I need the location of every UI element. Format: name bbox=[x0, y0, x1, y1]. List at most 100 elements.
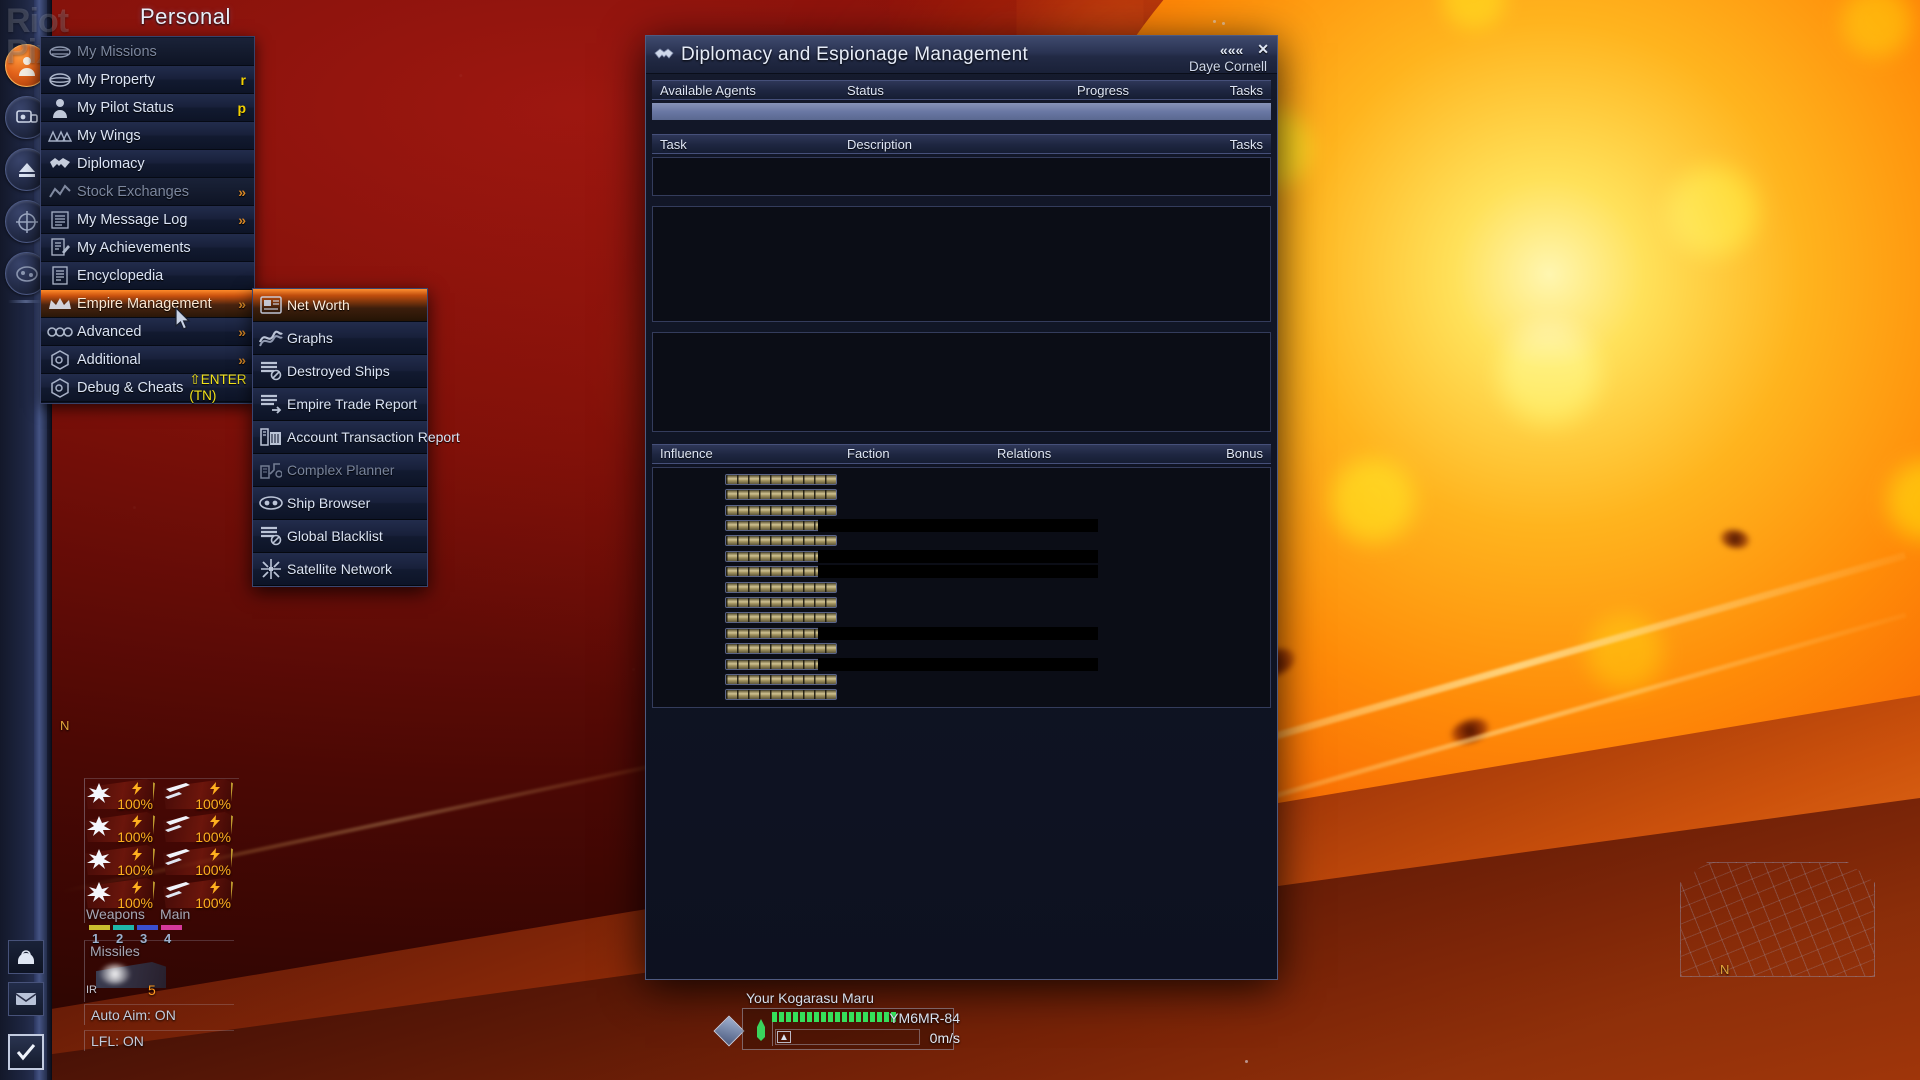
redacted-block bbox=[818, 519, 1098, 533]
auto-aim-status[interactable]: Auto Aim: ON bbox=[84, 1004, 234, 1025]
menu-item-my-pilot-status[interactable]: My Pilot Status p bbox=[41, 94, 254, 122]
weapon-group-key[interactable]: 4 bbox=[164, 931, 171, 946]
task-row[interactable] bbox=[653, 397, 1270, 412]
weapon-slot-main[interactable]: 100% bbox=[163, 845, 233, 878]
close-button[interactable]: ✕ bbox=[1257, 41, 1269, 58]
weapon-slot-main[interactable]: 100% bbox=[163, 812, 233, 845]
submenu-item-label: Global Blacklist bbox=[287, 528, 383, 544]
agent-row[interactable] bbox=[652, 103, 1271, 120]
weapon-slot-main[interactable]: 100% bbox=[163, 878, 233, 911]
submenu-item-account-transaction-report[interactable]: Account Transaction Report bbox=[253, 421, 460, 454]
task-row[interactable] bbox=[653, 302, 1270, 317]
submenu-item-satellite-network[interactable]: Satellite Network bbox=[253, 553, 427, 586]
influence-row[interactable] bbox=[653, 626, 1270, 641]
task-row[interactable] bbox=[653, 287, 1270, 302]
menu-item-advanced[interactable]: Advanced » bbox=[41, 318, 254, 346]
encyclopedia-icon bbox=[47, 265, 73, 287]
menu-item-debug-cheats[interactable]: Debug & Cheats ⇧ENTER (TN) bbox=[41, 372, 254, 403]
lfl-status[interactable]: LFL: ON bbox=[84, 1030, 234, 1051]
submenu-item-empire-trade-report[interactable]: Empire Trade Report bbox=[253, 388, 427, 421]
influence-row[interactable] bbox=[653, 657, 1270, 672]
task-row[interactable] bbox=[653, 161, 1270, 176]
weapon-slot-secondary[interactable]: 100% bbox=[85, 878, 155, 911]
advanced-icon bbox=[47, 321, 73, 343]
mouse-cursor bbox=[175, 307, 191, 330]
influence-col-faction: Faction bbox=[847, 446, 890, 462]
menu-item-my-wings[interactable]: My Wings bbox=[41, 122, 254, 150]
weapon-slot-secondary[interactable]: 100% bbox=[85, 779, 155, 812]
tasks-col-description: Description bbox=[847, 136, 913, 152]
tasks-col-tasks: Tasks bbox=[1229, 136, 1263, 152]
menu-item-diplomacy[interactable]: Diplomacy bbox=[41, 150, 254, 178]
networth-icon bbox=[258, 293, 284, 317]
weapon-slot-secondary[interactable]: 100% bbox=[85, 845, 155, 878]
tasks-col-task: Task bbox=[660, 136, 687, 152]
submenu-item-net-worth[interactable]: Net Worth bbox=[253, 289, 427, 322]
influence-row[interactable] bbox=[653, 549, 1270, 564]
task-row[interactable] bbox=[653, 382, 1270, 397]
submenu-item-destroyed-ships[interactable]: Destroyed Ships bbox=[253, 355, 427, 388]
influence-col-influence: Influence bbox=[660, 446, 713, 462]
menu-item-accelerator: p bbox=[237, 99, 246, 116]
diplomatic-tasks-panel bbox=[652, 205, 1271, 322]
helmet-icon[interactable] bbox=[8, 940, 44, 974]
task-row[interactable] bbox=[653, 241, 1270, 256]
influence-header-row: Influence Faction Relations Bonus bbox=[652, 443, 1271, 464]
influence-row[interactable] bbox=[653, 487, 1270, 502]
task-row[interactable] bbox=[653, 351, 1270, 366]
submenu-item-graphs[interactable]: Graphs bbox=[253, 322, 427, 355]
submenu-item-label: Destroyed Ships bbox=[287, 363, 390, 379]
menu-item-my-achievements[interactable]: My Achievements bbox=[41, 234, 254, 262]
submenu-item-ship-browser[interactable]: Ship Browser bbox=[253, 487, 427, 520]
influence-row[interactable] bbox=[653, 672, 1270, 687]
back-button[interactable]: ««« bbox=[1220, 42, 1243, 58]
influence-row[interactable] bbox=[653, 687, 1270, 702]
task-row[interactable] bbox=[653, 225, 1270, 240]
task-row[interactable] bbox=[653, 271, 1270, 286]
influence-row[interactable] bbox=[653, 518, 1270, 533]
influence-bar bbox=[725, 473, 837, 485]
weapon-group-key[interactable]: 2 bbox=[116, 931, 123, 946]
task-row[interactable] bbox=[653, 366, 1270, 381]
menu-item-my-missions[interactable]: My Missions bbox=[41, 38, 254, 66]
task-row[interactable] bbox=[653, 412, 1270, 427]
checkbox-icon[interactable] bbox=[8, 1034, 44, 1070]
menu-item-stock-exchanges[interactable]: Stock Exchanges » bbox=[41, 178, 254, 206]
ship-name: Your Kogarasu Maru bbox=[746, 990, 874, 1006]
menu-item-label: Stock Exchanges bbox=[77, 183, 190, 200]
influence-col-bonus: Bonus bbox=[1226, 446, 1263, 462]
weapon-percent: 100% bbox=[195, 895, 231, 911]
menu-item-encyclopedia[interactable]: Encyclopedia bbox=[41, 262, 254, 290]
submenu-chevron-icon: » bbox=[238, 323, 246, 340]
influence-row[interactable] bbox=[653, 610, 1270, 625]
menu-item-my-message-log[interactable]: My Message Log » bbox=[41, 206, 254, 234]
weapon-slot-main[interactable]: 100% bbox=[163, 779, 233, 812]
menu-item-my-property[interactable]: My Property r bbox=[41, 66, 254, 94]
influence-row[interactable] bbox=[653, 580, 1270, 595]
influence-bar bbox=[725, 596, 837, 608]
menu-item-additional[interactable]: Additional » bbox=[41, 346, 254, 374]
submenu-item-complex-planner[interactable]: Complex Planner bbox=[253, 454, 427, 487]
graphs-icon bbox=[258, 326, 284, 350]
influence-row[interactable] bbox=[653, 564, 1270, 579]
task-section-label bbox=[653, 336, 1270, 351]
influence-row[interactable] bbox=[653, 533, 1270, 548]
submenu-item-global-blacklist[interactable]: Global Blacklist bbox=[253, 520, 427, 553]
blacklist-icon bbox=[258, 524, 284, 548]
task-row[interactable] bbox=[653, 176, 1270, 191]
weapon-slot-secondary[interactable]: 100% bbox=[85, 812, 155, 845]
achievements-icon bbox=[47, 237, 73, 259]
menu-item-empire-management[interactable]: Empire Management» bbox=[41, 290, 254, 318]
weapon-percent: 100% bbox=[195, 829, 231, 845]
satellite-icon bbox=[258, 557, 284, 581]
influence-row[interactable] bbox=[653, 472, 1270, 487]
influence-row[interactable] bbox=[653, 503, 1270, 518]
redacted-block bbox=[818, 626, 1098, 640]
mail-icon[interactable] bbox=[8, 982, 44, 1016]
influence-row[interactable] bbox=[653, 641, 1270, 656]
weapon-group-key[interactable]: 3 bbox=[140, 931, 147, 946]
task-row[interactable] bbox=[653, 256, 1270, 271]
weapons-label: Weapons bbox=[86, 906, 145, 922]
influence-row[interactable] bbox=[653, 595, 1270, 610]
weapon-group-key[interactable]: 1 bbox=[92, 931, 99, 946]
